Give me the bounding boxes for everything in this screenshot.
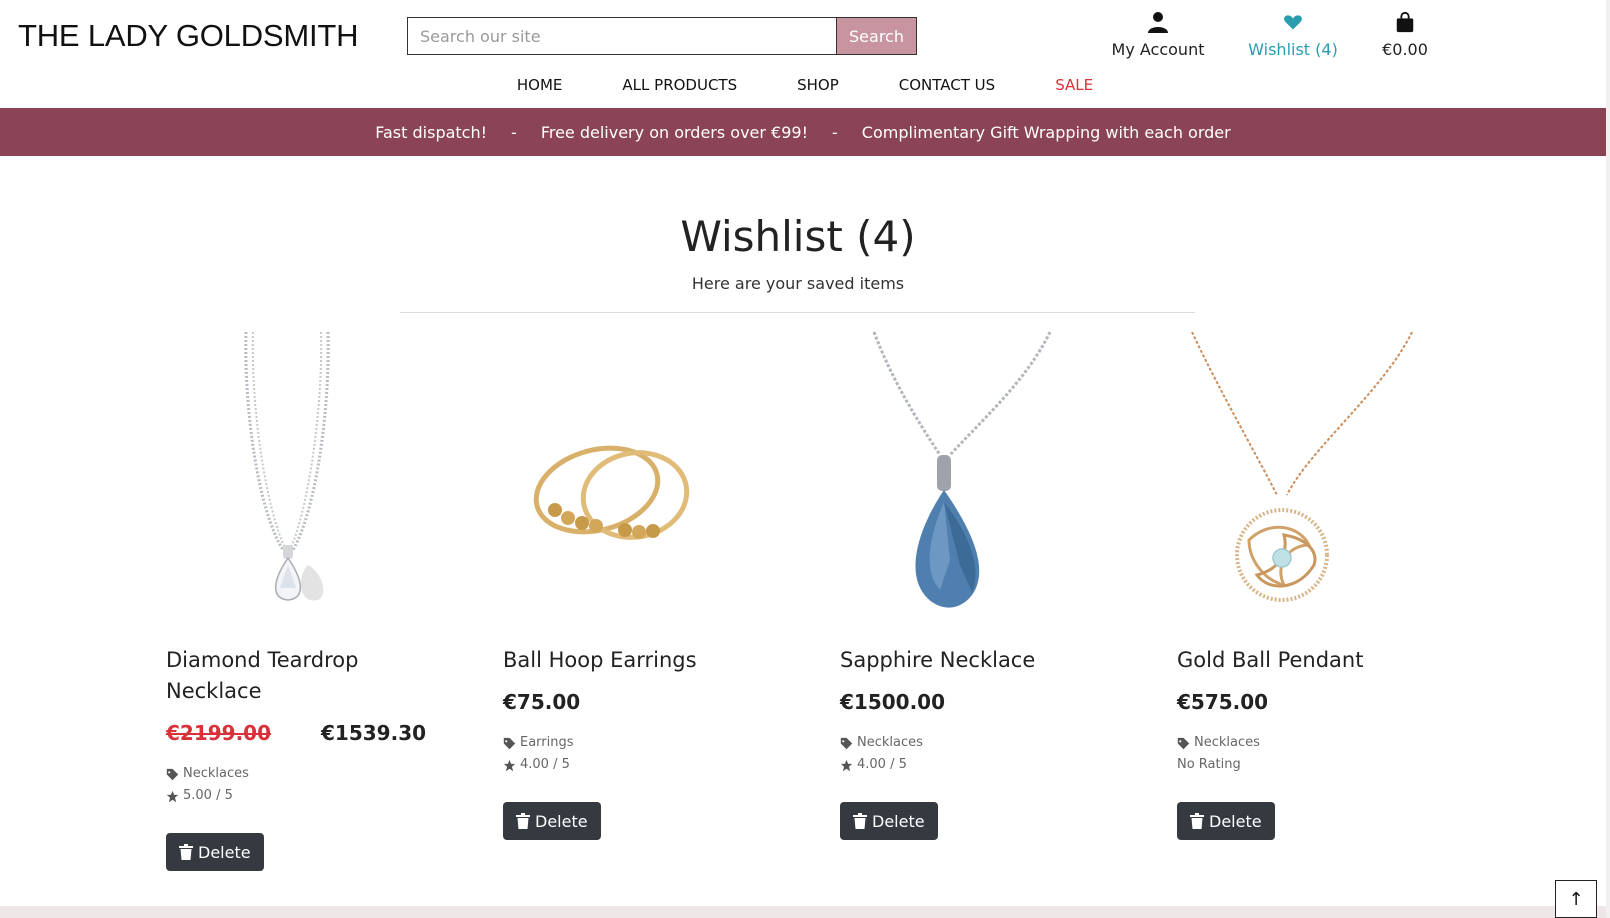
- product-name[interactable]: Diamond Teardrop Necklace: [166, 645, 426, 707]
- product-category[interactable]: Necklaces: [857, 732, 923, 754]
- trash-icon: [179, 844, 193, 860]
- wishlist-link[interactable]: Wishlist (4): [1240, 10, 1346, 59]
- delete-button[interactable]: Delete: [1177, 802, 1275, 840]
- price-row: €75.00: [503, 690, 785, 714]
- product-name[interactable]: Sapphire Necklace: [840, 645, 1100, 676]
- nav-sale[interactable]: SALE: [1055, 76, 1093, 94]
- title-divider: [400, 312, 1195, 313]
- trash-icon: [516, 813, 530, 829]
- main-nav: HOME ALL PRODUCTS SHOP CONTACT US SALE: [0, 76, 1610, 94]
- product-name[interactable]: Gold Ball Pendant: [1177, 645, 1437, 676]
- product-name[interactable]: Ball Hoop Earrings: [503, 645, 763, 676]
- cart-total: €0.00: [1382, 40, 1428, 59]
- search-input[interactable]: [408, 18, 836, 54]
- site-logo[interactable]: THE LADY GOLDSMITH: [18, 18, 359, 54]
- delete-button[interactable]: Delete: [503, 802, 601, 840]
- search-button[interactable]: Search: [836, 18, 916, 54]
- product-image[interactable]: [822, 330, 1122, 625]
- arrow-up-icon: ↑: [1568, 888, 1584, 910]
- trash-icon: [1190, 813, 1204, 829]
- product-rating: 4.00 / 5: [857, 757, 907, 772]
- trash-icon: [853, 813, 867, 829]
- wishlist-card: Gold Ball Pendant €575.00 Necklaces No R…: [1159, 330, 1459, 840]
- price: €75.00: [503, 690, 581, 714]
- product-rating: 5.00 / 5: [183, 788, 233, 803]
- product-image[interactable]: [148, 330, 448, 625]
- price: €1500.00: [840, 690, 946, 714]
- tag-icon: [1177, 737, 1190, 749]
- banner-delivery: Free delivery on orders over €99!: [540, 122, 809, 142]
- cart-link[interactable]: €0.00: [1375, 10, 1435, 59]
- product-meta: Necklaces 5.00 / 5: [166, 763, 448, 807]
- my-account-link[interactable]: My Account: [1108, 10, 1208, 59]
- banner-dispatch: Fast dispatch!: [375, 122, 488, 142]
- user-icon: [1148, 12, 1168, 33]
- banner-separator: -: [832, 122, 838, 142]
- page-title: Wishlist (4): [680, 212, 916, 261]
- delete-label: Delete: [535, 811, 588, 831]
- account-label: My Account: [1111, 40, 1205, 59]
- price-row: €575.00: [1177, 690, 1459, 714]
- old-price: €2199.00: [166, 721, 272, 745]
- product-meta: Necklaces No Rating: [1177, 732, 1459, 776]
- product-category[interactable]: Necklaces: [183, 763, 249, 785]
- product-rating: 4.00 / 5: [520, 757, 570, 772]
- delete-button[interactable]: Delete: [840, 802, 938, 840]
- shopping-bag-icon: [1396, 11, 1414, 33]
- nav-contact-us[interactable]: CONTACT US: [899, 76, 995, 94]
- sale-price: €1539.30: [321, 721, 427, 745]
- delete-label: Delete: [198, 842, 251, 862]
- heart-icon: [1284, 15, 1302, 30]
- product-category[interactable]: Necklaces: [1194, 732, 1260, 754]
- star-icon: [166, 790, 179, 802]
- star-icon: [840, 759, 853, 771]
- wishlist-card: Sapphire Necklace €1500.00 Necklaces 4.0…: [822, 330, 1122, 840]
- wishlist-card: Diamond Teardrop Necklace €2199.00 €1539…: [148, 330, 448, 871]
- footer-strip: [0, 906, 1610, 918]
- nav-home[interactable]: HOME: [517, 76, 563, 94]
- page-subtitle: Here are your saved items: [691, 274, 905, 293]
- delete-label: Delete: [872, 811, 925, 831]
- delete-button[interactable]: Delete: [166, 833, 264, 871]
- wishlist-card: Ball Hoop Earrings €75.00 Earrings 4.00 …: [485, 330, 785, 840]
- product-rating: No Rating: [1177, 757, 1241, 772]
- product-meta: Necklaces 4.00 / 5: [840, 732, 1122, 776]
- promo-banner: Fast dispatch! - Free delivery on orders…: [0, 108, 1606, 156]
- product-image[interactable]: [485, 330, 785, 625]
- price-row: €2199.00 €1539.30: [166, 721, 448, 745]
- delete-label: Delete: [1209, 811, 1262, 831]
- site-header: THE LADY GOLDSMITH Search My Account Wis…: [0, 0, 1610, 108]
- product-meta: Earrings 4.00 / 5: [503, 732, 785, 776]
- product-category[interactable]: Earrings: [520, 732, 574, 754]
- banner-gift-wrap: Complimentary Gift Wrapping with each or…: [861, 122, 1231, 142]
- page-scrollbar[interactable]: [1606, 0, 1610, 918]
- wishlist-label: Wishlist (4): [1248, 40, 1338, 59]
- nav-shop[interactable]: SHOP: [797, 76, 839, 94]
- tag-icon: [166, 768, 179, 780]
- tag-icon: [840, 737, 853, 749]
- star-icon: [503, 759, 516, 771]
- banner-separator: -: [511, 122, 517, 142]
- price-row: €1500.00: [840, 690, 1122, 714]
- back-to-top-button[interactable]: ↑: [1555, 880, 1597, 918]
- price: €575.00: [1177, 690, 1269, 714]
- product-image[interactable]: [1159, 330, 1459, 625]
- tag-icon: [503, 737, 516, 749]
- nav-all-products[interactable]: ALL PRODUCTS: [622, 76, 737, 94]
- search-bar: Search: [407, 17, 917, 55]
